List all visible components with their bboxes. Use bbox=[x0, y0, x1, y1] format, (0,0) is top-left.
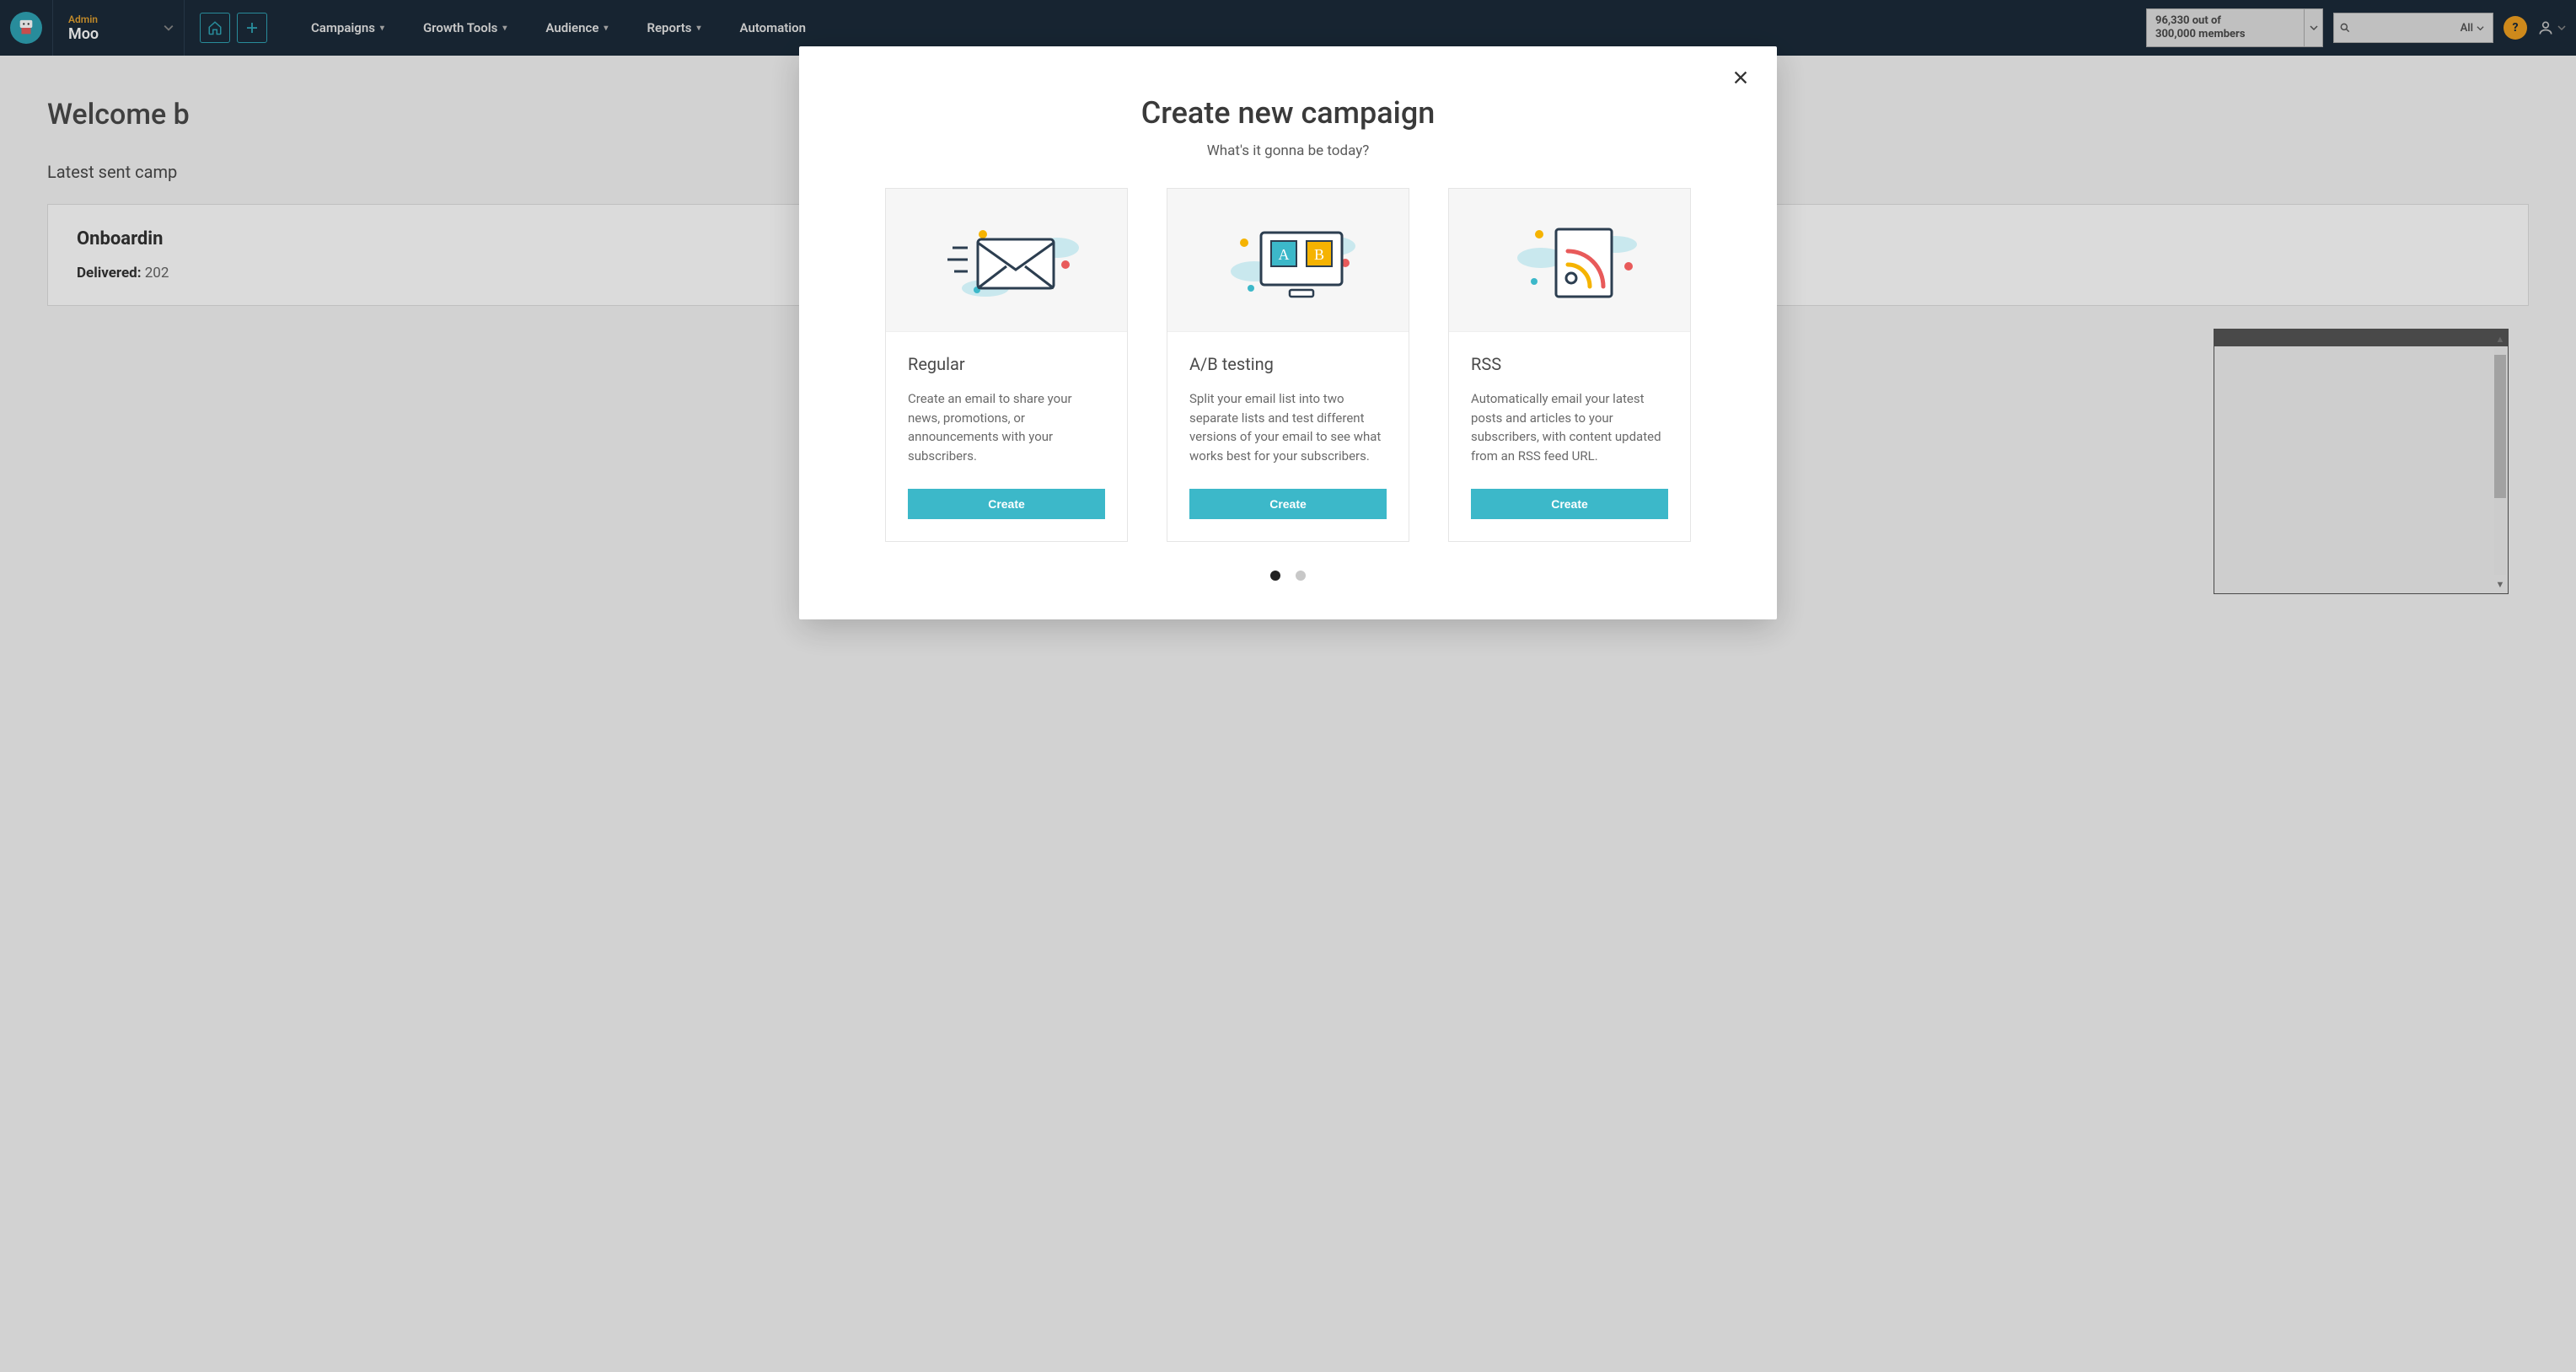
card-title: RSS bbox=[1471, 354, 1668, 374]
card-description: Create an email to share your news, prom… bbox=[908, 389, 1105, 465]
create-rss-button[interactable]: Create bbox=[1471, 489, 1668, 519]
card-rss: RSS Automatically email your latest post… bbox=[1448, 188, 1691, 542]
create-regular-button[interactable]: Create bbox=[908, 489, 1105, 519]
carousel-dot-2[interactable] bbox=[1296, 571, 1306, 581]
create-ab-button[interactable]: Create bbox=[1189, 489, 1387, 519]
card-description: Automatically email your latest posts an… bbox=[1471, 389, 1668, 465]
carousel-dots bbox=[841, 571, 1735, 581]
rss-illustration bbox=[1449, 189, 1690, 332]
card-description: Split your email list into two separate … bbox=[1189, 389, 1387, 465]
card-title: A/B testing bbox=[1189, 354, 1387, 374]
close-icon bbox=[1731, 68, 1750, 87]
card-title: Regular bbox=[908, 354, 1105, 374]
create-campaign-modal: Create new campaign What's it gonna be t… bbox=[799, 46, 1777, 619]
svg-text:A: A bbox=[1279, 246, 1290, 263]
close-button[interactable] bbox=[1731, 68, 1750, 87]
campaign-type-cards: Regular Create an email to share your ne… bbox=[841, 188, 1735, 542]
card-regular: Regular Create an email to share your ne… bbox=[885, 188, 1128, 542]
ab-testing-illustration: A B bbox=[1167, 189, 1409, 332]
regular-illustration bbox=[886, 189, 1127, 332]
modal-overlay: Create new campaign What's it gonna be t… bbox=[0, 0, 2576, 1372]
carousel-dot-1[interactable] bbox=[1270, 571, 1280, 581]
svg-text:B: B bbox=[1314, 246, 1324, 263]
card-ab-testing: A B A/B testing Split your email list in… bbox=[1167, 188, 1409, 542]
modal-title: Create new campaign bbox=[841, 95, 1735, 131]
modal-subtitle: What's it gonna be today? bbox=[841, 142, 1735, 159]
